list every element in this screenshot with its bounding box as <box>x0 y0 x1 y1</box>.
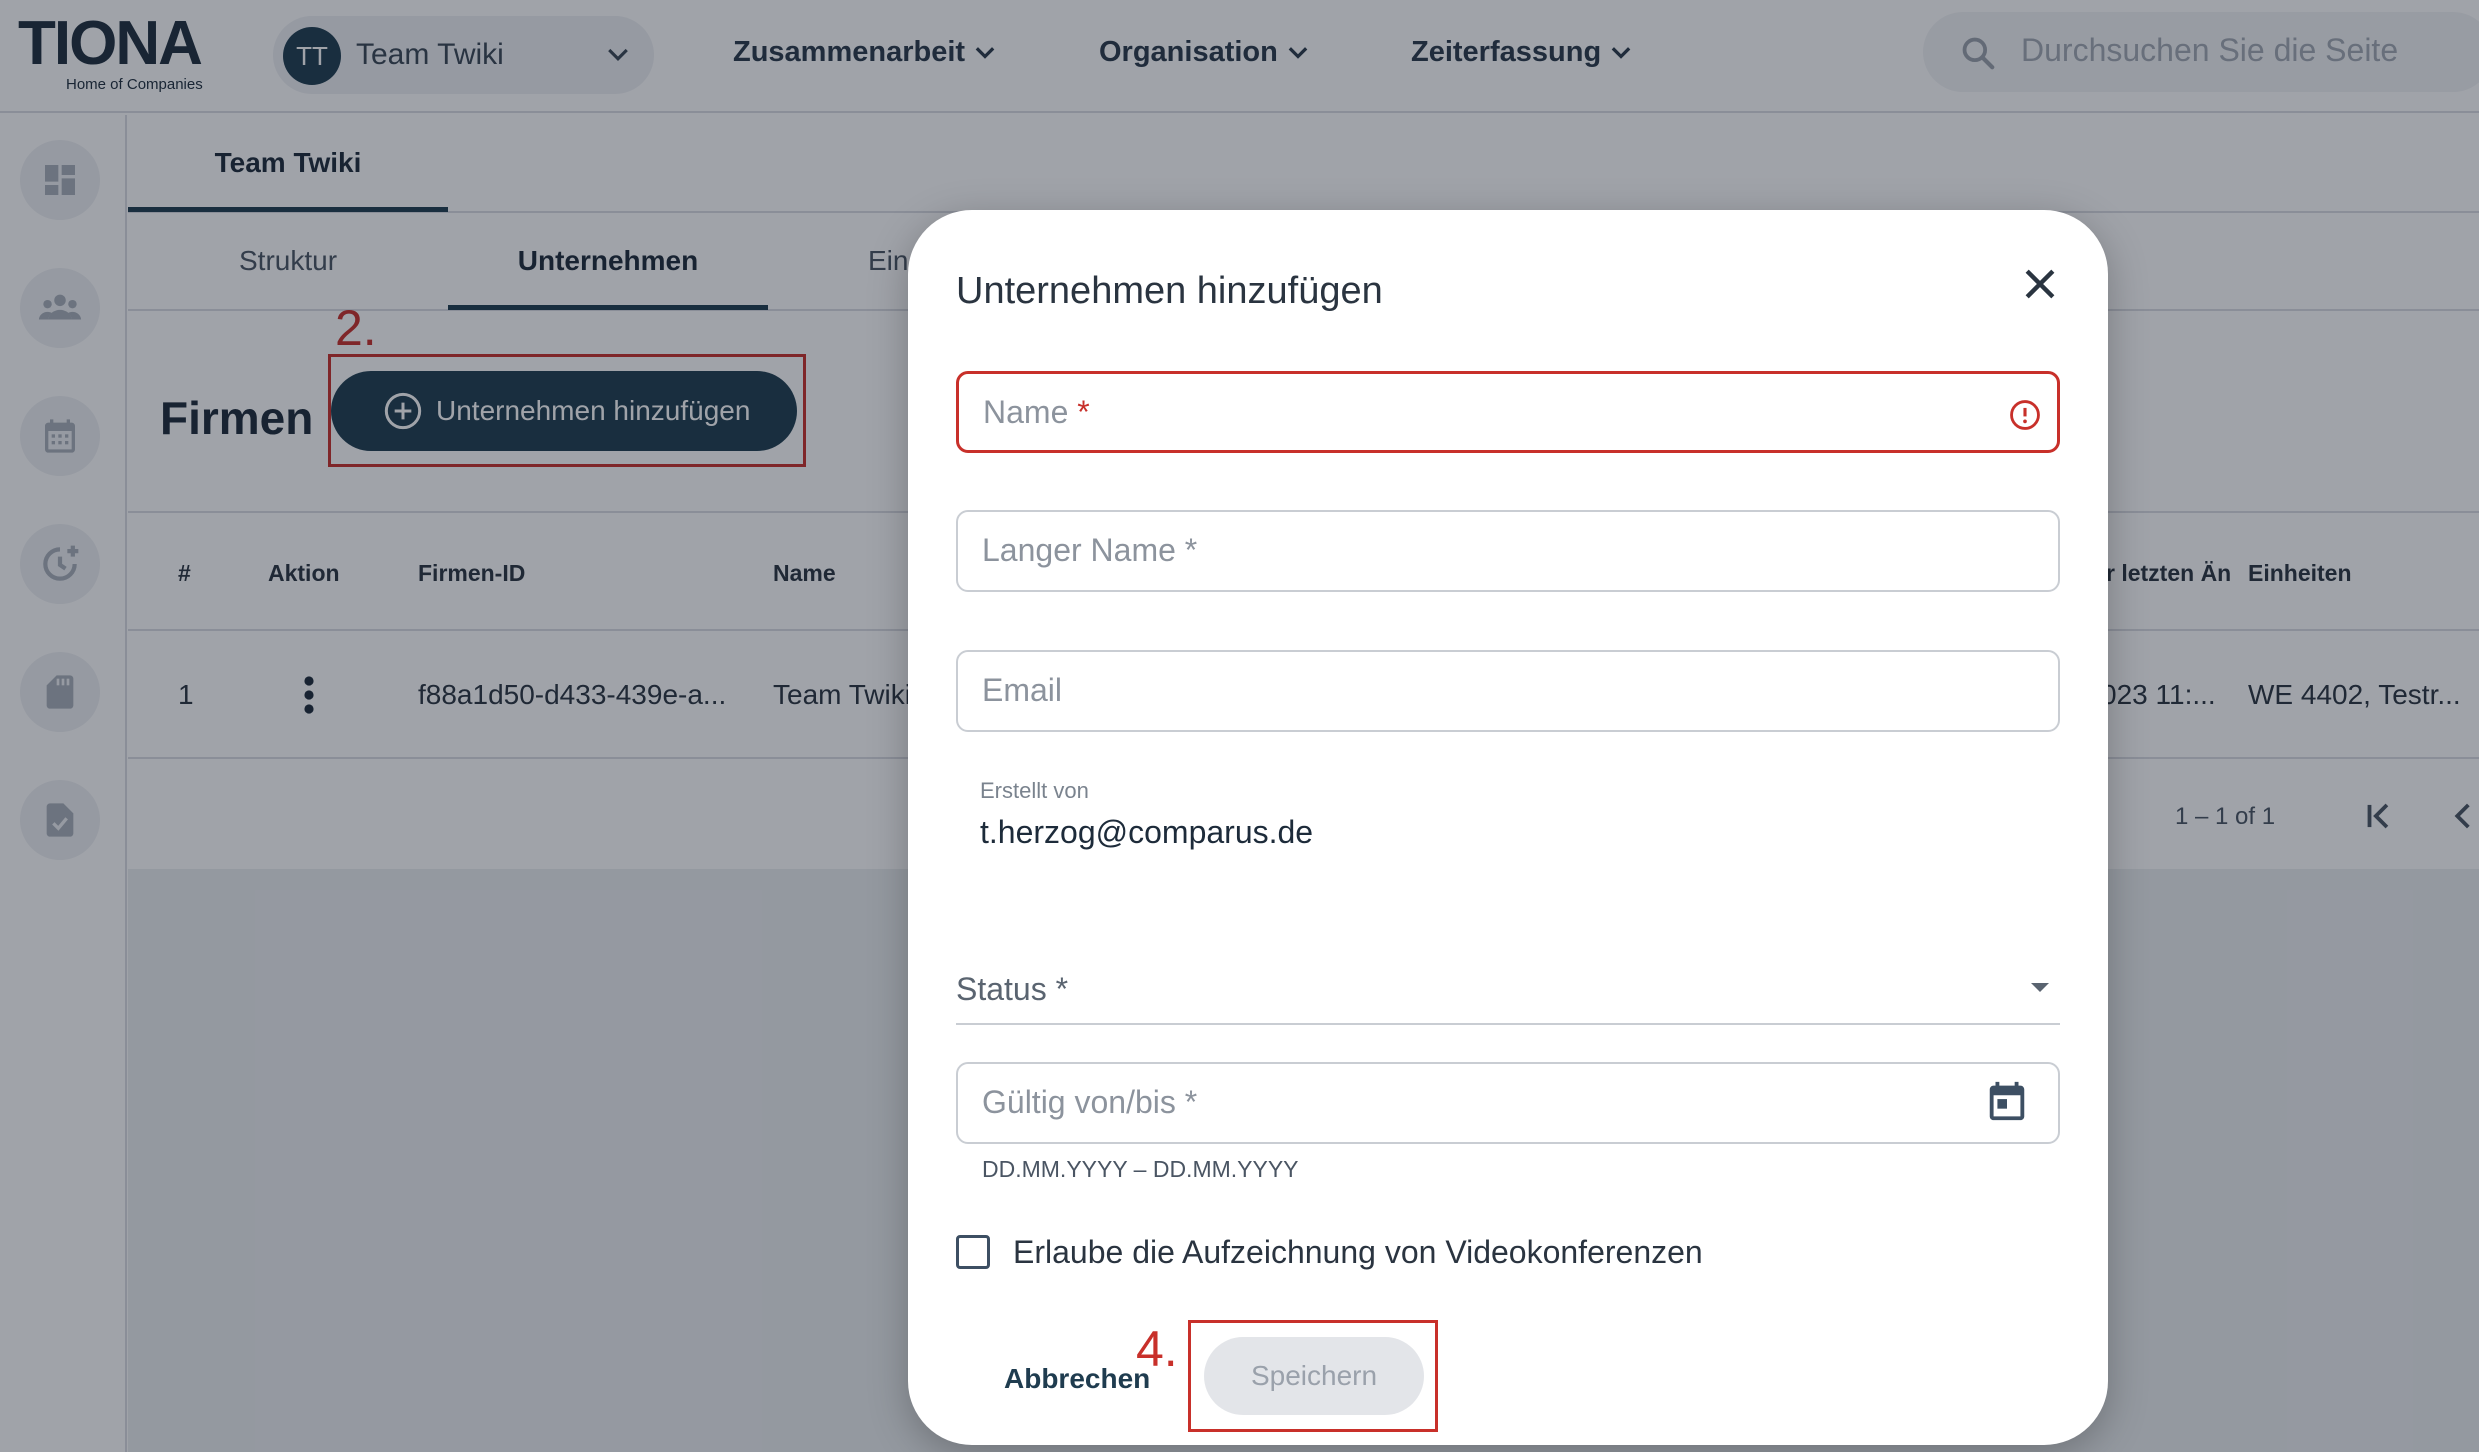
email-field[interactable]: Email <box>956 650 2060 732</box>
calendar-icon[interactable] <box>1984 1078 2030 1124</box>
status-label: Status * <box>956 971 1069 1007</box>
validity-date-range-field[interactable]: Gültig von/bis * <box>956 1062 2060 1144</box>
cancel-button[interactable]: Abbrechen <box>1004 1363 1150 1395</box>
error-icon <box>2010 400 2040 430</box>
created-by-value: t.herzog@comparus.de <box>980 814 1314 850</box>
long-name-field-label: Langer Name * <box>982 532 1198 568</box>
validity-field-label: Gültig von/bis * <box>982 1084 1198 1120</box>
status-select[interactable]: Status * <box>956 955 2060 1025</box>
save-button[interactable]: Speichern <box>1204 1337 1424 1415</box>
created-by-label: Erstellt von <box>980 778 1089 803</box>
required-star: * <box>1077 394 1090 430</box>
close-icon[interactable] <box>2018 262 2062 306</box>
annotation-step-4: 4. <box>1136 1321 1178 1377</box>
video-recording-checkbox[interactable] <box>956 1235 990 1269</box>
dialog-title: Unternehmen hinzufügen <box>956 270 1383 312</box>
dropdown-arrow-icon <box>2031 983 2049 992</box>
long-name-field[interactable]: Langer Name * <box>956 510 2060 592</box>
name-field[interactable]: Name * <box>956 371 2060 453</box>
date-format-hint: DD.MM.YYYY – DD.MM.YYYY <box>982 1156 1299 1182</box>
email-field-label: Email <box>982 672 1063 708</box>
name-field-label: Name * <box>983 394 1090 430</box>
video-recording-label[interactable]: Erlaube die Aufzeichnung von Videokonfer… <box>1013 1234 1703 1271</box>
add-company-dialog: Unternehmen hinzufügen Name * Langer Nam… <box>908 210 2108 1445</box>
